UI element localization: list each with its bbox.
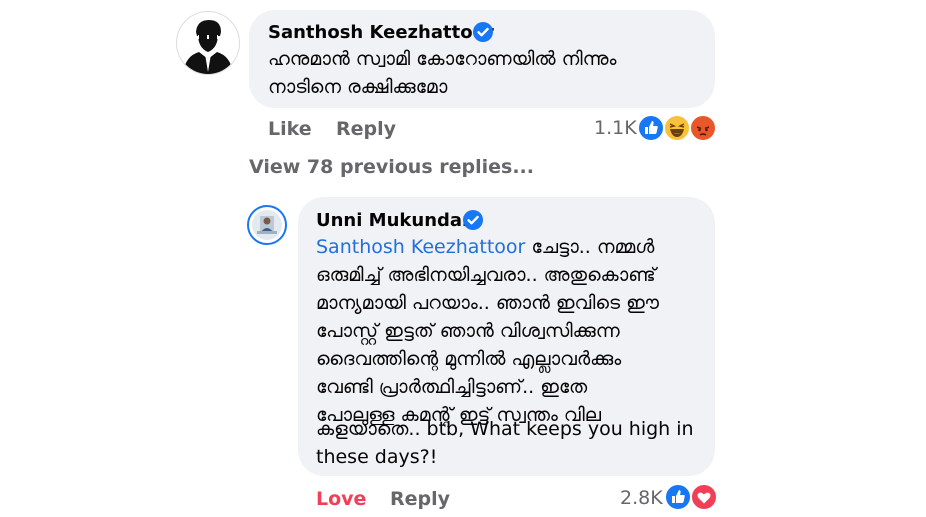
like-button[interactable]: Like <box>268 118 312 140</box>
reply-text-line-5: ദൈവത്തിന്റെ മുന്നിൽ എല്ലാവർക്കും <box>316 348 622 370</box>
reply-text-line-8: കളയാതെ.. btb, What keeps you high in <box>316 418 694 440</box>
reply-text-line-4: പോസ്റ്റ് ഇട്ടത് ഞാൻ വിശ്വസിക്കുന്ന <box>316 320 620 342</box>
comment-text-line-1: ഹനുമാൻ സ്വാമി കോറോണയിൽ നിന്നും <box>268 48 617 70</box>
comment-reaction-count[interactable]: 1.1K <box>594 117 637 139</box>
comment-reply-button[interactable]: Reply <box>336 118 396 140</box>
reply-text-line-1-rest: ചേട്ടാ.. നമ്മൾ <box>525 236 655 258</box>
like-icon <box>637 114 665 142</box>
love-button[interactable]: Love <box>316 488 366 510</box>
comment-text-line-2: നാടിനെ രക്ഷിക്കുമോ <box>268 76 448 98</box>
unni-avatar[interactable] <box>247 205 287 245</box>
verified-badge-icon <box>463 210 483 230</box>
mention-link[interactable]: Santhosh Keezhattoor <box>316 236 525 258</box>
reply-text-line-1: Santhosh Keezhattoor ചേട്ടാ.. നമ്മൾ <box>316 232 654 263</box>
reply-author-name[interactable]: Unni Mukundan <box>316 210 475 231</box>
like-icon <box>664 483 692 511</box>
santhosh-avatar[interactable] <box>176 11 240 75</box>
comment-author-name[interactable]: Santhosh Keezhattoor <box>268 22 494 43</box>
verified-badge-icon <box>473 22 493 42</box>
love-icon <box>690 483 718 511</box>
reply-reply-button[interactable]: Reply <box>390 488 450 510</box>
reply-text-line-2: ഒരുമിച്ച് അഭിനയിച്ചവരാ.. അതുകൊണ്ട് <box>316 264 656 286</box>
person-silhouette-icon <box>183 20 233 74</box>
reply-text-line-9: these days?! <box>316 446 438 468</box>
angry-icon <box>689 114 717 142</box>
view-previous-replies-link[interactable]: View 78 previous replies... <box>249 156 534 178</box>
haha-icon <box>663 114 691 142</box>
reply-reaction-count[interactable]: 2.8K <box>620 487 663 509</box>
reply-text-line-3: മാന്യമായി പറയാം.. ഞാൻ ഇവിടെ ഈ <box>316 292 659 314</box>
reply-text-line-6: വേണ്ടി പ്രാർത്ഥിച്ചിട്ടാണ്.. ഇതേ <box>316 376 588 398</box>
